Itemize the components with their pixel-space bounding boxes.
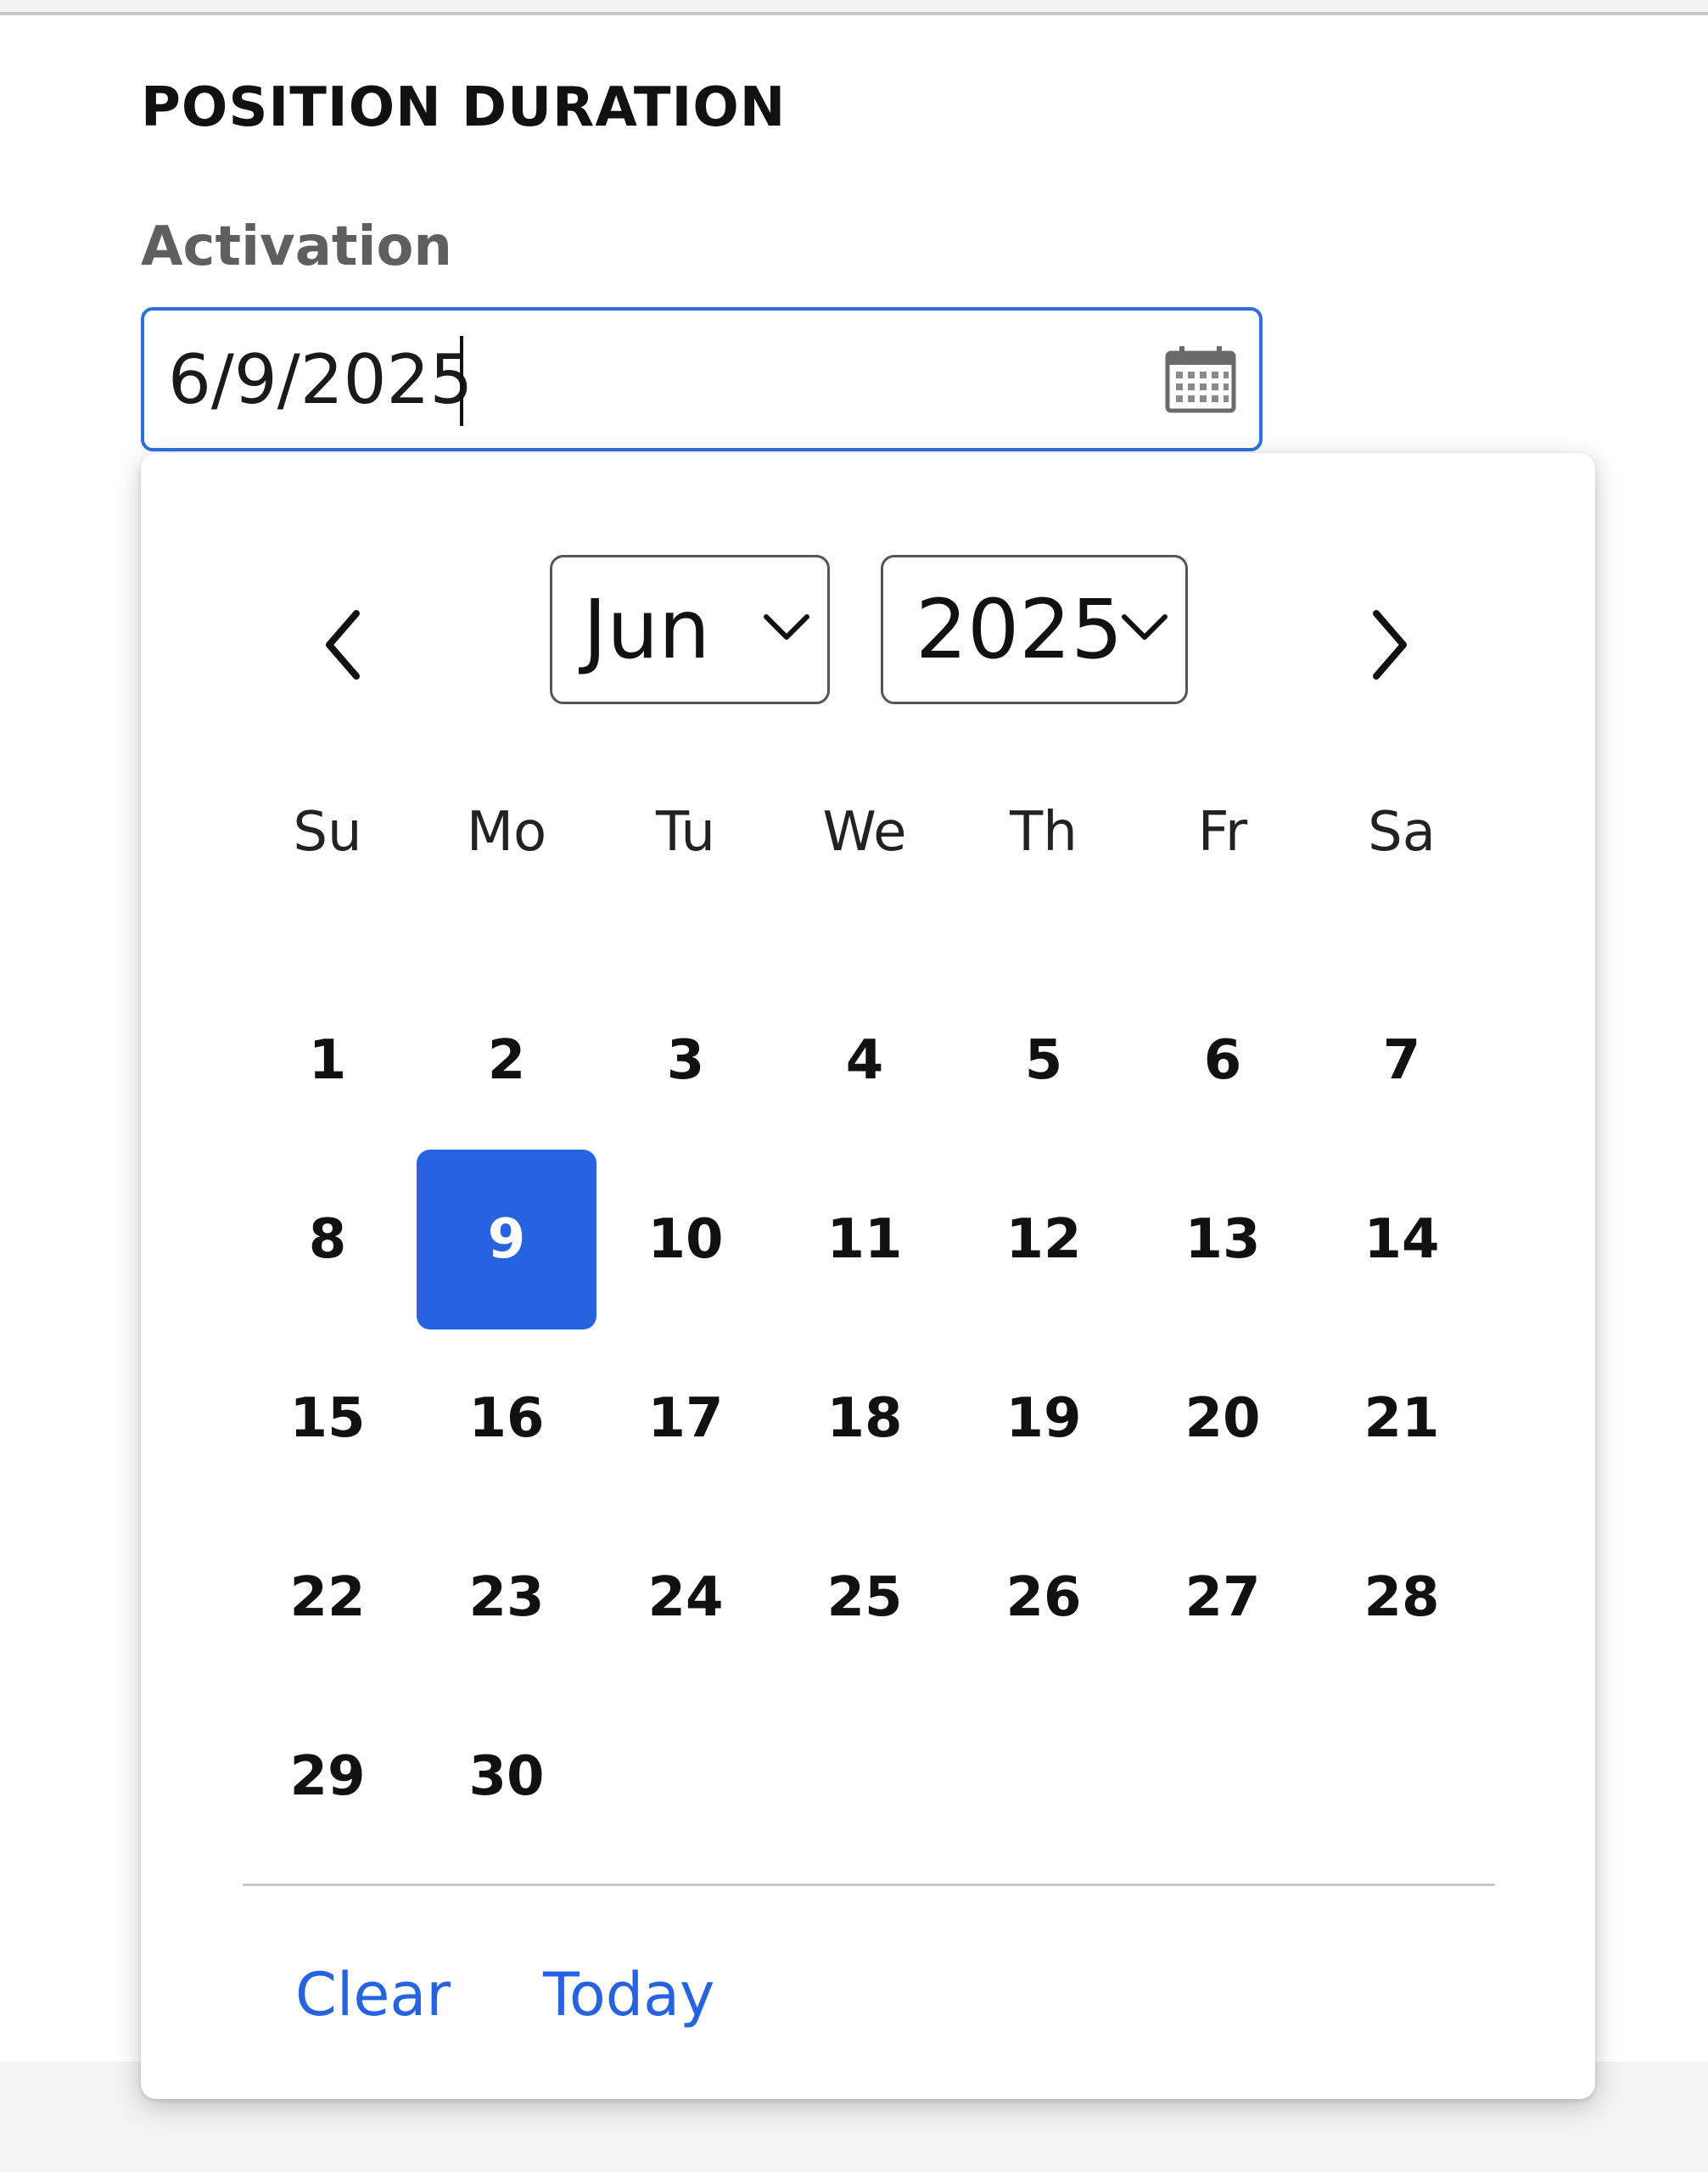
chevron-down-icon <box>1122 614 1168 640</box>
chevron-down-icon <box>764 614 809 640</box>
today-button[interactable]: Today <box>543 1960 714 2029</box>
day-cell[interactable]: 6 <box>1133 971 1313 1150</box>
weekday-label: Su <box>293 801 362 864</box>
calendar-popup: Jun 2025 Su Mo Tu We Th Fr Sa 1234567891 <box>141 453 1595 2099</box>
day-cell[interactable]: 16 <box>417 1329 596 1509</box>
calendar-icon[interactable] <box>1162 344 1239 416</box>
activation-date-input[interactable] <box>168 311 1118 448</box>
year-select[interactable]: 2025 <box>881 555 1188 704</box>
weekday-label: Th <box>1010 801 1078 864</box>
day-cell[interactable]: 21 <box>1312 1329 1492 1509</box>
day-cell[interactable]: 20 <box>1133 1329 1313 1509</box>
day-cell[interactable]: 12 <box>954 1150 1134 1330</box>
weekday-label: Fr <box>1197 801 1248 864</box>
page: POSITION DURATION Activation 6/9/2025 Ju… <box>0 12 1708 2099</box>
day-cell[interactable]: 5 <box>954 971 1134 1150</box>
chevron-left-icon[interactable] <box>294 585 395 704</box>
day-cell[interactable]: 13 <box>1133 1150 1313 1330</box>
day-cell[interactable]: 4 <box>775 971 955 1150</box>
clear-button[interactable]: Clear <box>295 1960 451 2029</box>
day-cell[interactable]: 10 <box>596 1150 776 1330</box>
day-cell-selected[interactable]: 9 <box>417 1150 596 1330</box>
day-cell[interactable]: 14 <box>1312 1150 1492 1330</box>
activation-date-field[interactable] <box>141 307 1263 451</box>
day-cell[interactable]: 23 <box>417 1508 596 1688</box>
day-cell[interactable]: 28 <box>1312 1508 1492 1688</box>
text-caret <box>460 336 463 426</box>
day-cell[interactable]: 18 <box>775 1329 955 1509</box>
section-title: POSITION DURATION <box>141 76 787 139</box>
weekday-label: Sa <box>1368 801 1436 864</box>
weekday-label: Tu <box>656 801 715 864</box>
day-cell[interactable]: 17 <box>596 1329 776 1509</box>
day-grid: 1 2 3 4 5 6 7 8 9 10 11 12 13 14 15 16 17 18 19 20 21 22 23 24 2… <box>238 971 1493 1870</box>
day-cell[interactable]: 27 <box>1133 1508 1313 1688</box>
weekday-label: We <box>822 801 907 864</box>
day-cell[interactable]: 25 <box>775 1508 955 1688</box>
day-cell[interactable]: 19 <box>954 1329 1134 1509</box>
weekday-header-row: Su Mo Tu We Th Fr Sa <box>238 801 1493 903</box>
day-cell[interactable]: 29 <box>238 1687 417 1867</box>
day-cell[interactable]: 8 <box>238 1150 417 1330</box>
chevron-right-icon[interactable] <box>1337 585 1439 704</box>
day-cell[interactable]: 30 <box>417 1687 596 1867</box>
day-cell[interactable]: 3 <box>596 971 776 1150</box>
day-cell[interactable]: 7 <box>1312 971 1492 1150</box>
day-cell[interactable]: 22 <box>238 1508 417 1688</box>
day-cell[interactable]: 11 <box>775 1150 955 1330</box>
day-cell[interactable]: 15 <box>238 1329 417 1509</box>
day-cell[interactable]: 1 <box>238 971 417 1150</box>
day-cell[interactable]: 24 <box>596 1508 776 1688</box>
day-cell[interactable]: 26 <box>954 1508 1134 1688</box>
footer-divider <box>243 1884 1495 1886</box>
month-select[interactable]: Jun <box>550 555 830 704</box>
weekday-label: Mo <box>466 801 547 864</box>
month-select-value: Jun <box>583 582 710 677</box>
day-cell[interactable]: 2 <box>417 971 596 1150</box>
year-select-value: 2025 <box>916 582 1123 677</box>
activation-label: Activation <box>141 216 452 278</box>
